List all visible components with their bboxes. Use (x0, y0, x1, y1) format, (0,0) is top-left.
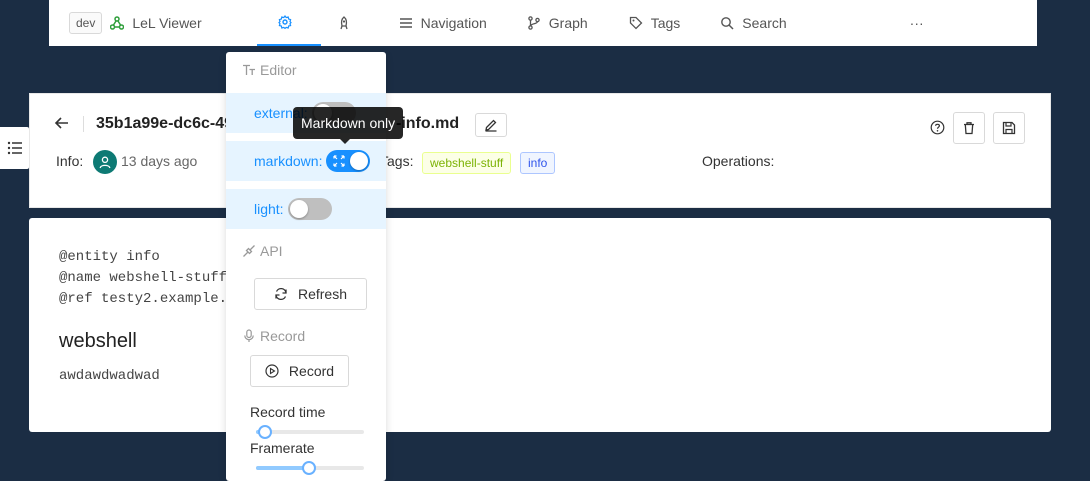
deploy-tab[interactable] (321, 0, 375, 46)
refresh-icon (274, 287, 298, 301)
tags-tab[interactable]: Tags (629, 0, 681, 46)
api-group-title: API (242, 243, 283, 259)
record-time-handle[interactable] (258, 425, 272, 439)
content-line: @ref testy2.example. (59, 291, 228, 307)
operations-label: Operations: (702, 153, 775, 169)
settings-tab[interactable] (256, 0, 321, 46)
content-body: awdawdwadwad (59, 368, 160, 384)
list-icon (7, 141, 23, 155)
search-tab[interactable]: Search (720, 0, 787, 46)
more-dots: ··· (909, 15, 924, 31)
trash-icon (962, 121, 976, 135)
branch-icon (527, 16, 549, 30)
divider (83, 116, 84, 132)
navigation-tab[interactable]: Navigation (399, 0, 487, 46)
document-title-suffix: -info.md (396, 115, 460, 132)
font-size-icon (242, 63, 260, 77)
markdown-label: markdown: (254, 153, 323, 169)
edit-title-button[interactable] (475, 113, 507, 137)
microphone-icon (242, 329, 260, 343)
gear-icon (277, 15, 300, 29)
framerate-slider[interactable] (256, 461, 364, 475)
document-title: 35b1a99e-dc6c-49 (96, 115, 233, 132)
arrow-left-icon[interactable] (54, 115, 70, 131)
record-group-title: Record (242, 328, 305, 344)
framerate-handle[interactable] (302, 461, 316, 475)
graph-logo-icon (110, 16, 132, 30)
top-nav: dev LeL Viewer Navigation Graph Tags Sea… (49, 0, 1037, 46)
editor-group-title: Editor (242, 62, 297, 78)
user-icon (98, 155, 112, 169)
app-home-link[interactable]: LeL Viewer (110, 0, 202, 46)
framerate-label: Framerate (250, 440, 315, 456)
pencil-icon (484, 118, 498, 132)
graph-label: Graph (548, 15, 588, 31)
graph-tab[interactable]: Graph (527, 0, 588, 46)
menu-lines-icon (399, 16, 421, 30)
document-header: 35b1a99e-dc6c-49 -info.md Info: 13 days … (29, 93, 1051, 208)
record-button[interactable]: Record (250, 355, 349, 387)
light-label: light: (254, 201, 284, 217)
record-time-slider[interactable] (256, 425, 364, 439)
tag-icon (629, 16, 651, 30)
question-icon[interactable] (930, 120, 945, 135)
avatar (93, 150, 117, 174)
light-option[interactable]: light: (226, 189, 386, 229)
play-circle-icon (265, 364, 289, 378)
content-heading: webshell (59, 330, 137, 352)
light-switch[interactable] (287, 198, 332, 220)
expand-icon (333, 155, 346, 167)
api-icon (242, 244, 260, 258)
save-icon (1002, 121, 1016, 135)
delete-button[interactable] (953, 112, 985, 144)
markdown-option[interactable]: markdown: (226, 141, 386, 181)
navigation-label: Navigation (420, 15, 487, 31)
search-icon (720, 16, 742, 30)
info-label: Info: (56, 153, 84, 169)
tags-label: Tags (650, 15, 681, 31)
tag-webshell-stuff[interactable]: webshell-stuff (422, 152, 512, 174)
rocket-icon (337, 16, 359, 30)
env-tag: dev (69, 12, 103, 34)
info-time: 13 days ago (121, 153, 198, 169)
tag-info[interactable]: info (520, 152, 556, 174)
record-time-label: Record time (250, 404, 326, 420)
tooltip-arrow (340, 139, 350, 144)
app-name: LeL Viewer (132, 15, 202, 31)
refresh-button[interactable]: Refresh (254, 278, 367, 310)
document-content: @entity info @name webshell-stuff @ref t… (29, 218, 1051, 432)
content-line: @entity info (59, 249, 160, 265)
more-menu[interactable]: ··· (910, 0, 924, 46)
sidebar-toggle[interactable] (0, 127, 29, 169)
content-line: @name webshell-stuff (59, 270, 228, 286)
search-label: Search (742, 15, 787, 31)
save-button[interactable] (993, 112, 1025, 144)
markdown-switch[interactable] (326, 150, 371, 172)
markdown-tooltip: Markdown only (293, 107, 404, 139)
